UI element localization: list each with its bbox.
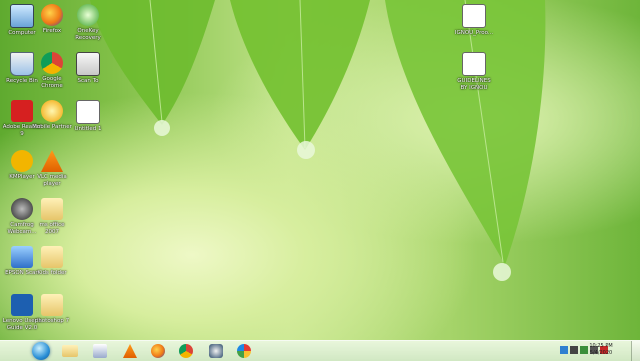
desktop-icon-ignou-proo[interactable]: IGNOU_Proo... — [454, 4, 494, 50]
webcam-icon — [11, 198, 33, 220]
desktop-icon-vlc[interactable]: VLC media player — [32, 150, 72, 196]
epson-scan-icon — [11, 246, 33, 268]
folder-icon — [41, 198, 63, 220]
document-icon — [76, 100, 100, 124]
system-clock[interactable]: 10:25 PM 5/4/2020 — [584, 343, 618, 357]
taskbar-app-vlc[interactable] — [122, 343, 138, 359]
folder-icon — [41, 246, 63, 268]
tray-up-arrow-icon[interactable] — [552, 346, 558, 354]
desktop-icon-firefox[interactable]: Firefox — [32, 4, 72, 50]
folder-icon — [41, 294, 63, 316]
desktop-icon-guidelines[interactable]: GUIDELINES BY IGNOU — [454, 52, 494, 98]
vlc-icon — [123, 344, 137, 358]
taskbar-app-onekey[interactable] — [208, 343, 224, 359]
desktop-wallpaper — [0, 0, 640, 340]
desktop-icon-mobile-partner[interactable]: Mobile Partner — [32, 100, 72, 146]
media-player-icon — [93, 344, 107, 358]
taskbar-app-media-player[interactable] — [92, 343, 108, 359]
tray-network-icon[interactable] — [570, 346, 578, 354]
clock-date: 5/4/2020 — [589, 350, 613, 356]
chrome-icon — [179, 344, 193, 358]
kmplayer-icon — [11, 150, 33, 172]
desktop-icon-untitled[interactable]: Untitled 1 — [68, 100, 108, 146]
desktop-icon-onekey-recovery[interactable]: OneKey Recovery — [68, 4, 108, 50]
clock-time: 10:25 PM — [589, 343, 613, 349]
desktop-icon-ms-office-folder[interactable]: ms office 2007 — [32, 198, 72, 244]
firefox-icon — [151, 344, 165, 358]
desktop-icon-photoshop-folder[interactable]: photoshop 7 — [32, 294, 72, 340]
vlc-icon — [41, 150, 63, 172]
water-drop-2 — [297, 141, 315, 159]
taskbar: 10:25 PM 5/4/2020 — [0, 340, 640, 361]
scan-to-icon — [76, 52, 100, 76]
computer-icon — [10, 4, 34, 28]
desktop-icon-scan-to[interactable]: Scan To — [68, 52, 108, 98]
tray-flag-icon[interactable] — [560, 346, 568, 354]
leaf-left — [90, 0, 546, 281]
mobile-partner-icon — [41, 100, 63, 122]
user-guide-icon — [11, 294, 33, 316]
paint-icon — [237, 344, 251, 358]
leaf-shape-1 — [90, 0, 215, 125]
onekey-recovery-icon — [77, 4, 99, 26]
start-button[interactable] — [32, 342, 50, 360]
show-desktop-button[interactable] — [631, 341, 640, 361]
adobe-reader-icon — [11, 100, 33, 122]
taskbar-app-firefox[interactable] — [150, 343, 166, 359]
desktop-icon-kids-folder[interactable]: Kids folder — [32, 246, 72, 292]
taskbar-app-paint[interactable] — [236, 343, 252, 359]
chrome-icon — [41, 52, 63, 74]
onekey-icon — [209, 344, 223, 358]
pdf-document-icon — [462, 4, 486, 28]
taskbar-app-chrome[interactable] — [178, 343, 194, 359]
taskbar-app-windows-explorer[interactable] — [62, 343, 78, 359]
firefox-icon — [41, 4, 63, 26]
desktop-icon-chrome[interactable]: Google Chrome — [32, 52, 72, 98]
leaf-shape-2 — [230, 0, 370, 150]
water-drop-3 — [493, 263, 511, 281]
folder-icon — [62, 345, 78, 357]
recycle-bin-icon — [10, 52, 34, 76]
water-drop-1 — [154, 120, 170, 136]
pdf-document-icon — [462, 52, 486, 76]
